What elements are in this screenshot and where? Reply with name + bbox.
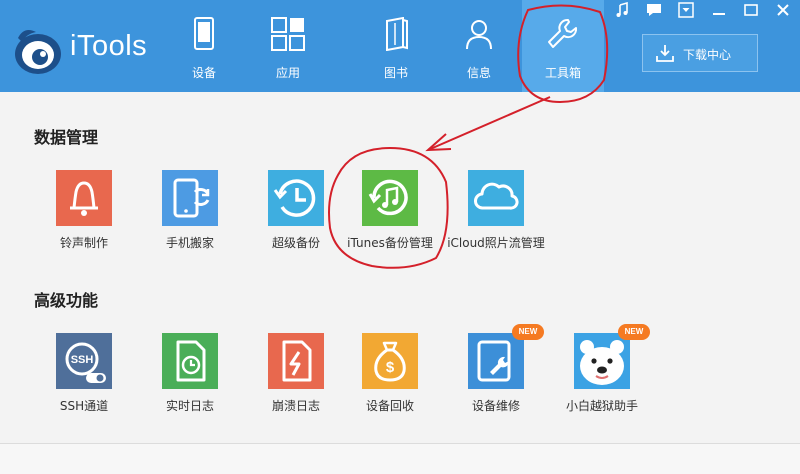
- close-icon[interactable]: [775, 2, 791, 18]
- tool-itunes-backup-label: iTunes备份管理: [347, 236, 433, 250]
- nav-tab-device-label: 设备: [191, 66, 216, 80]
- bell-icon: [56, 170, 112, 226]
- nav-tab-books[interactable]: 图书: [360, 0, 432, 92]
- data-management-heading: 数据管理: [34, 128, 99, 147]
- nav-tab-info-label: 信息: [466, 66, 491, 80]
- app-name: iTools: [70, 30, 148, 62]
- tool-ssh-channel[interactable]: SSH SSH通道: [29, 333, 139, 433]
- nav-tab-books-label: 图书: [383, 66, 408, 80]
- tool-jailbreak-assistant[interactable]: NEW 小白越狱助手: [547, 324, 657, 433]
- tool-icloud-photostream-label: iCloud照片流管理: [447, 236, 545, 250]
- tool-device-repair-label: 设备维修: [471, 399, 520, 413]
- ssh-icon-text: SSH: [71, 354, 94, 366]
- tool-ringtone-maker-label: 铃声制作: [59, 236, 108, 250]
- user-icon: [466, 20, 492, 50]
- feedback-icon[interactable]: [646, 2, 662, 18]
- crash-file-icon: [268, 333, 324, 389]
- book-icon: [386, 17, 408, 51]
- download-center-label: 下载中心: [683, 48, 732, 62]
- tool-ringtone-maker[interactable]: 铃声制作: [29, 170, 139, 270]
- tool-itunes-backup[interactable]: iTunes备份管理: [335, 170, 445, 270]
- apps-grid-icon: [271, 17, 305, 51]
- download-icon: [656, 45, 674, 62]
- annotation-arrow: [427, 96, 551, 151]
- tool-jailbreak-assistant-label: 小白越狱助手: [565, 399, 638, 413]
- tool-icloud-photostream[interactable]: iCloud照片流管理: [441, 170, 551, 270]
- nav-tab-apps-label: 应用: [275, 66, 300, 80]
- maximize-icon[interactable]: [743, 2, 759, 18]
- nav-tab-toolbox-label: 工具箱: [544, 66, 581, 80]
- tablet-wrench-icon: [468, 333, 524, 389]
- ssh-icon: SSH: [56, 333, 112, 389]
- menu-dropdown-icon[interactable]: [678, 2, 694, 18]
- tool-realtime-log[interactable]: 实时日志: [135, 333, 245, 433]
- itools-logo-icon: [15, 30, 61, 74]
- money-bag-icon: $: [362, 333, 418, 389]
- music-note-icon[interactable]: [614, 2, 630, 18]
- nav-tab-toolbox[interactable]: 工具箱: [522, 0, 604, 92]
- tool-device-repair[interactable]: NEW 设备维修: [441, 324, 551, 433]
- tool-phone-migration[interactable]: 手机搬家: [135, 170, 245, 270]
- new-badge: NEW: [512, 324, 544, 340]
- log-clock-icon: [162, 333, 218, 389]
- download-center-button[interactable]: 下载中心: [642, 34, 758, 72]
- cloud-icon: [468, 170, 524, 226]
- clock-backup-icon: [268, 170, 324, 226]
- itunes-icon: [362, 170, 418, 226]
- wrench-icon: [548, 19, 578, 48]
- annotation-arrowhead: [425, 133, 452, 152]
- phone-icon: [194, 17, 214, 50]
- minimize-icon[interactable]: [711, 2, 727, 18]
- advanced-features-heading: 高级功能: [34, 291, 99, 310]
- status-bar: [0, 444, 800, 474]
- tool-realtime-log-label: 实时日志: [165, 399, 214, 413]
- money-bag-icon-text: $: [386, 359, 395, 376]
- tool-device-recycle-label: 设备回收: [365, 399, 414, 413]
- tool-device-recycle[interactable]: $ 设备回收: [335, 333, 445, 433]
- new-badge: NEW: [618, 324, 650, 340]
- nav-tab-info[interactable]: 信息: [443, 0, 515, 92]
- nav-tab-device[interactable]: 设备: [168, 0, 240, 92]
- tool-phone-migration-label: 手机搬家: [165, 236, 214, 250]
- phone-sync-icon: [162, 170, 218, 226]
- polar-bear-icon: [574, 333, 630, 389]
- nav-tab-apps[interactable]: 应用: [252, 0, 324, 92]
- tool-ssh-channel-label: SSH通道: [59, 399, 109, 413]
- title-bar: iTools 设备 应用 图书 信息 工具箱 下载中心: [0, 0, 800, 92]
